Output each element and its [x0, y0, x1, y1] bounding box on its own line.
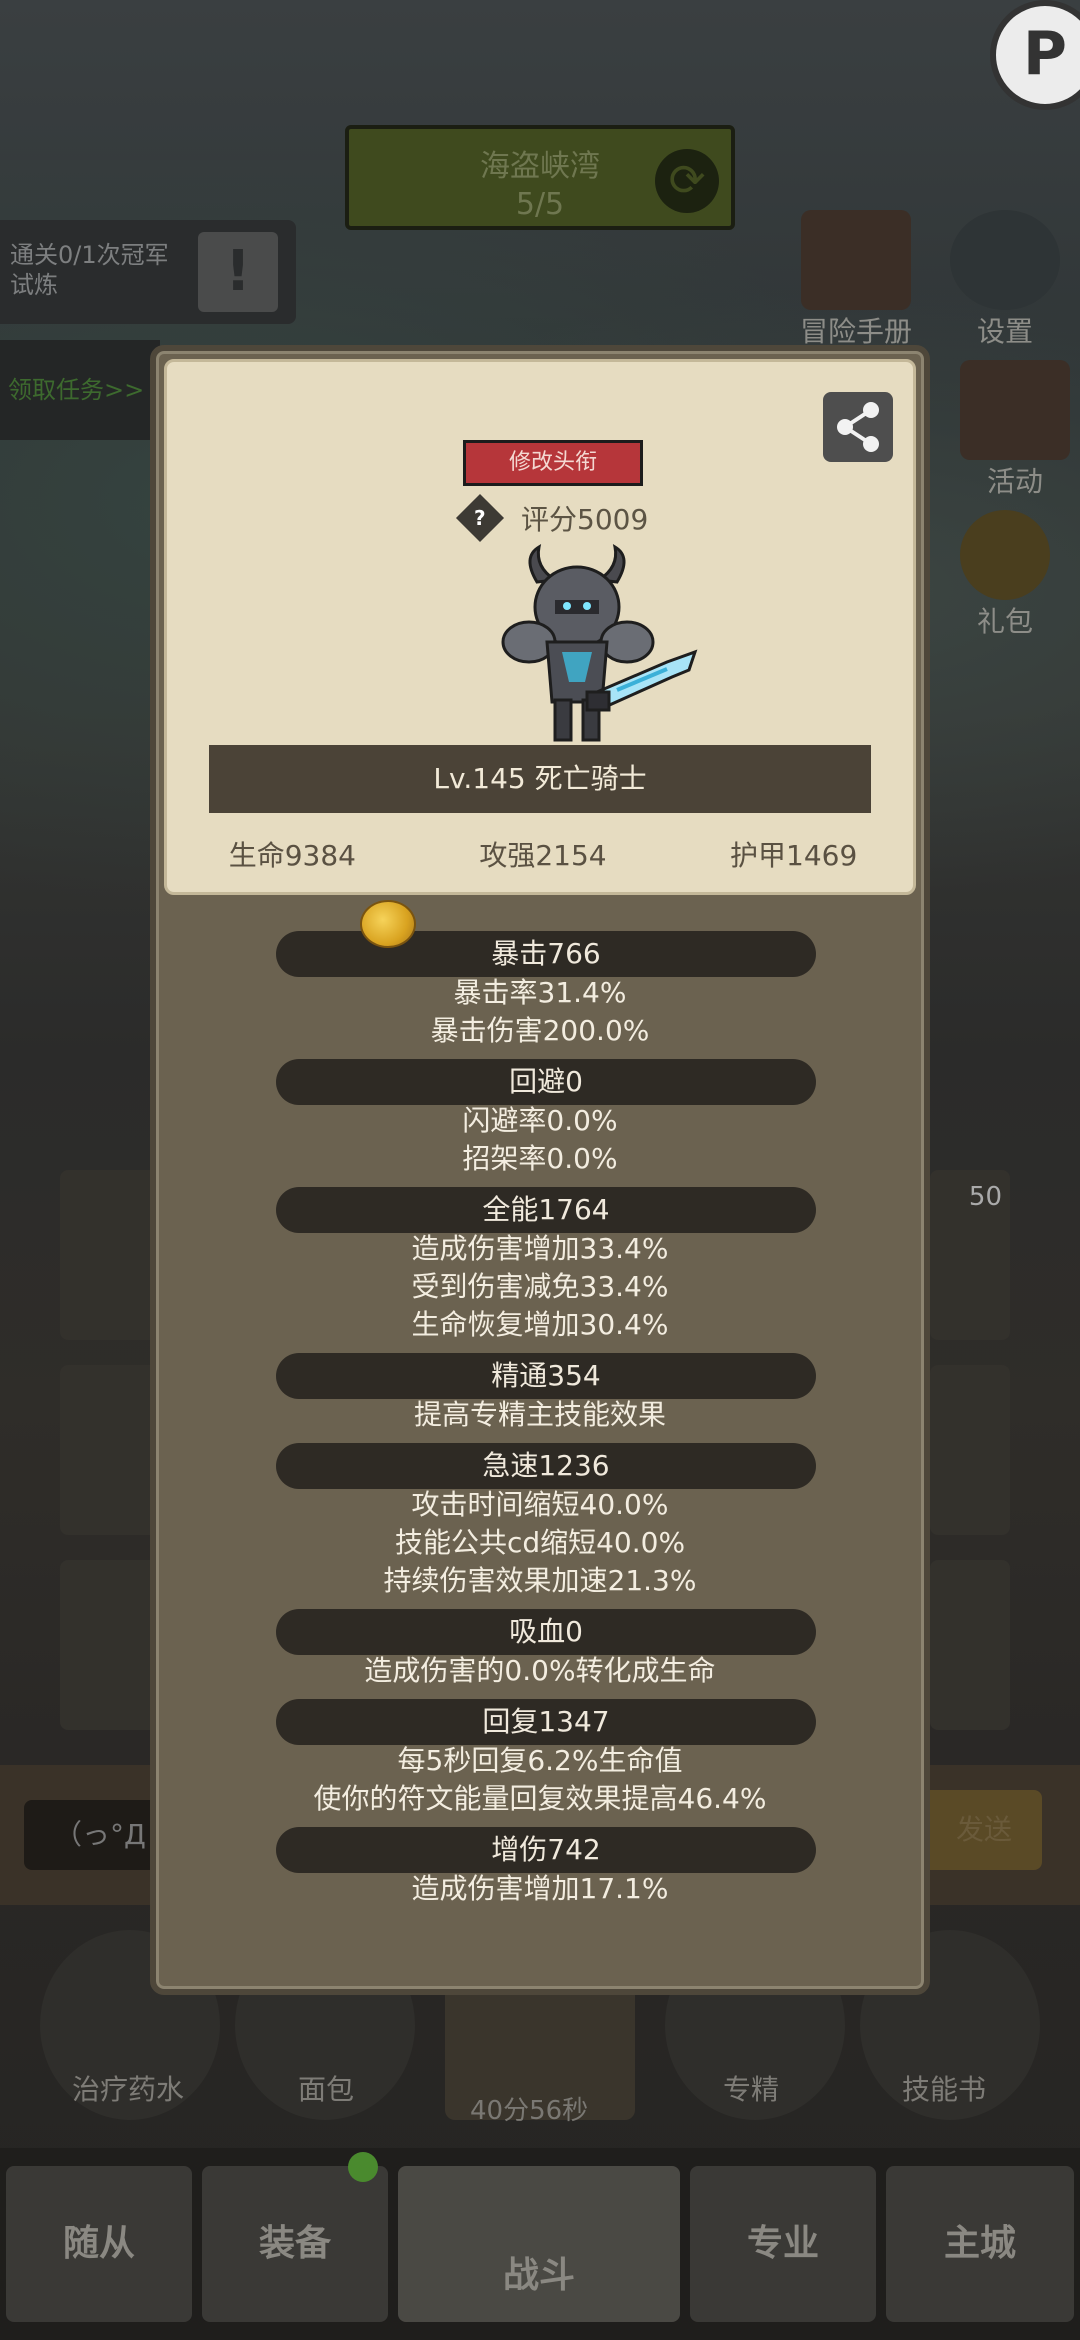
attribute-detail: 暴击率31.4% [453, 976, 627, 1009]
attribute-detail: 造成伤害的0.0%转化成生命 [364, 1654, 716, 1687]
scroll-icon [960, 360, 1070, 460]
attribute-detail: 暴击伤害200.0% [430, 1014, 650, 1047]
bread-label: 面包 [298, 2073, 355, 2106]
settings-button[interactable]: 设置 [950, 210, 1060, 350]
hero-name-bar: Lv.145 死亡骑士 [209, 745, 871, 813]
champion-trial-box[interactable]: 通关0/1次冠军试炼 ! [0, 220, 296, 324]
item-card[interactable] [60, 1560, 160, 1730]
attribute-detail: 使你的符文能量回复效果提高46.4% [313, 1782, 767, 1815]
gear-icon [950, 210, 1060, 310]
item-card[interactable] [930, 1365, 1010, 1535]
item-card[interactable] [930, 1560, 1010, 1730]
attribute-header: 增伤742 [276, 1827, 816, 1873]
item-card[interactable] [60, 1170, 160, 1340]
attribute-detail: 闪避率0.0% [462, 1104, 618, 1137]
tab-equipment[interactable]: 装备 [202, 2166, 388, 2322]
attribute-detail: 造成伤害增加33.4% [411, 1232, 669, 1265]
book-icon [801, 210, 911, 310]
exclamation-icon: ! [198, 232, 278, 312]
stat-armor: 护甲1469 [730, 839, 858, 872]
card-badge: 50 [968, 1182, 1002, 1212]
activity-button[interactable]: 活动 [960, 360, 1070, 500]
stage-banner[interactable]: 海盗峡湾 5/5 ⟳ [345, 125, 735, 230]
attribute-header: 全能1764 [276, 1187, 816, 1233]
stat-attack: 攻强2154 [479, 839, 607, 872]
attribute-detail: 技能公共cd缩短40.0% [394, 1526, 686, 1559]
tab-followers[interactable]: 随从 [6, 2166, 192, 2322]
trial-text: 通关0/1次冠军试炼 [10, 241, 169, 299]
gift-button[interactable]: 礼包 [950, 510, 1060, 640]
attribute-detail: 每5秒回复6.2%生命值 [397, 1744, 683, 1777]
attribute-header: 回避0 [276, 1059, 816, 1105]
bottom-nav: 随从 装备 战斗 专业 主城 [0, 2148, 1080, 2340]
character-header: 修改头衔 ? 评分5009 Lv.145 死亡骑士 生命9384 攻强2154 … [164, 359, 916, 895]
attribute-detail: 攻击时间缩短40.0% [411, 1488, 669, 1521]
task-link[interactable]: 领取任务>> [8, 370, 144, 405]
refresh-icon[interactable]: ⟳ [655, 149, 719, 213]
stat-hp: 生命9384 [228, 839, 356, 872]
attribute-detail: 受到伤害减免33.4% [411, 1270, 669, 1303]
gold-coin-icon [360, 900, 416, 948]
notification-badge [348, 2152, 378, 2182]
attribute-header: 急速1236 [276, 1443, 816, 1489]
settings-label: 设置 [976, 315, 1033, 348]
death-knight-portrait [501, 544, 698, 742]
score-row: ? 评分5009 [455, 493, 649, 543]
attribute-header: 吸血0 [276, 1609, 816, 1655]
activity-label: 活动 [986, 465, 1043, 498]
gift-label: 礼包 [976, 605, 1033, 638]
attribute-detail: 提高专精主技能效果 [413, 1398, 666, 1431]
timer-text: 40分56秒 [470, 2096, 589, 2126]
help-icon[interactable]: ? [455, 493, 505, 543]
share-button[interactable] [823, 392, 893, 462]
skillbook-label: 技能书 [902, 2073, 987, 2106]
attribute-header: 暴击766 [276, 931, 816, 977]
attribute-detail: 生命恢复增加30.4% [411, 1308, 669, 1341]
rename-title-button[interactable]: 修改头衔 [463, 440, 643, 486]
manual-button[interactable]: 冒险手册 [800, 210, 912, 350]
tab-profession[interactable]: 专业 [690, 2166, 876, 2322]
attribute-header: 回复1347 [276, 1699, 816, 1745]
specialty-label: 专精 [723, 2073, 780, 2106]
item-card[interactable]: 50 [930, 1170, 1010, 1340]
share-icon [837, 402, 879, 452]
gift-icon [960, 510, 1050, 600]
attribute-detail: 持续伤害效果加速21.3% [383, 1564, 697, 1597]
score-text: 评分5009 [521, 503, 649, 536]
item-card[interactable] [60, 1365, 160, 1535]
tab-battle[interactable]: 战斗 [398, 2166, 680, 2322]
attribute-header: 精通354 [276, 1353, 816, 1399]
attribute-detail: 招架率0.0% [462, 1142, 618, 1175]
core-stats: 生命9384 攻强2154 护甲1469 [167, 834, 919, 874]
attribute-detail: 造成伤害增加17.1% [411, 1872, 669, 1905]
tab-main-city[interactable]: 主城 [886, 2166, 1074, 2322]
character-detail-panel: 修改头衔 ? 评分5009 Lv.145 死亡骑士 生命9384 攻强2154 … [150, 345, 930, 1995]
potion-label: 治疗药水 [72, 2073, 185, 2106]
manual-label: 冒险手册 [800, 315, 913, 348]
